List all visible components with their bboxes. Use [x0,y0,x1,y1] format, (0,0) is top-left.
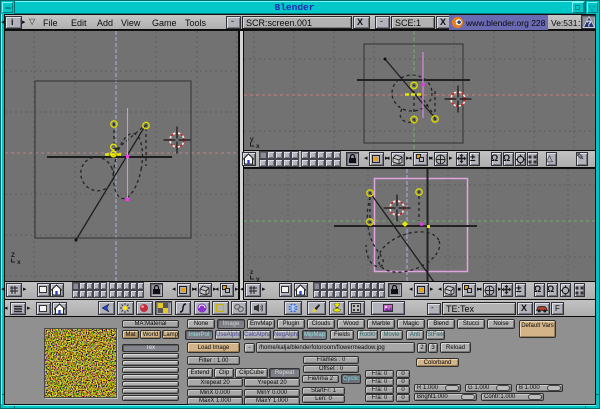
svg-text:x: x [17,259,21,266]
svg-text:Z: Z [11,252,15,259]
svg-text:y: y [250,136,254,143]
svg-text:x: x [256,143,260,150]
svg-text:?: ? [587,20,592,29]
